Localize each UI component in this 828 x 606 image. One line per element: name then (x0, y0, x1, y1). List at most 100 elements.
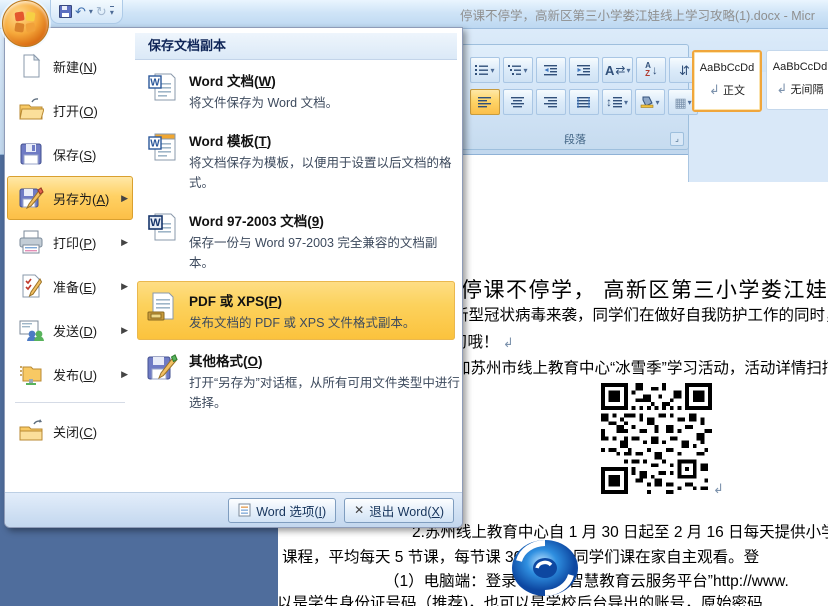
exit-word-button[interactable]: ✕ 退出 Word(X) (344, 498, 454, 523)
prepare-document-icon (18, 273, 44, 299)
decrease-indent-button[interactable] (536, 57, 566, 83)
menu-separator (15, 402, 125, 403)
save-floppy-icon (18, 141, 44, 167)
submenu-arrow-icon: ▶ (121, 369, 128, 380)
menu-item-save[interactable]: 保存(S) (7, 132, 133, 176)
office-menu-left-column: 新建(N) 打开(O) 保存(S) 另存为(A) ▶ 打印(P) ▶ (5, 28, 135, 493)
svg-text:W: W (150, 78, 160, 89)
menu-item-label: 另存为(A) (53, 189, 109, 208)
dropdown-caret-icon: ▾ (490, 66, 494, 75)
updown-arrow-icon: ↕ (606, 96, 612, 108)
submenu-item-title: Word 97-2003 文档(9) (189, 210, 461, 230)
svg-text:W: W (150, 139, 160, 150)
redo-icon[interactable]: ↻ (96, 5, 107, 18)
word-template-icon: W (145, 130, 179, 163)
style-normal[interactable]: AaBbCcDd ↲ 正文 (692, 50, 762, 112)
submenu-item-description: 保存一份与 Word 97-2003 完全兼容的文档副本。 (189, 234, 461, 273)
paragraph-dialog-launcher[interactable]: ⌟ (670, 132, 684, 146)
submenu-item-pdf-xps[interactable]: PDF 或 XPS(P) 发布文档的 PDF 或 XPS 文件格式副本。 (137, 281, 455, 340)
align-center-button[interactable] (503, 89, 533, 115)
window-title: 停课不停学，高新区第三小学娄江娃线上学习攻略(1).docx - Micr (460, 5, 815, 24)
menu-item-print[interactable]: 打印(P) ▶ (7, 220, 133, 264)
submenu-arrow-icon: ▶ (121, 281, 128, 292)
other-formats-icon (145, 350, 179, 383)
style-name: 无间隔 (790, 84, 823, 96)
style-name: 正文 (723, 85, 745, 97)
document-line: 2.苏州线上教育中心自 1 月 30 日起至 2 月 16 日每天提供小学一至 (412, 520, 828, 542)
menu-item-new[interactable]: 新建(N) (7, 44, 133, 88)
sort-arrow-icon: ↓ (652, 64, 658, 76)
menu-item-close[interactable]: 关闭(C) (7, 409, 133, 453)
menu-item-label: 发布(U) (53, 365, 97, 384)
open-folder-icon (18, 97, 44, 123)
submenu-item-title: Word 文档(W) (189, 70, 461, 90)
paragraph-group-label: 段落 (462, 131, 688, 147)
document-line: （1）电脑端：登录“太仓市智慧教育云服务平台”http://www. (384, 569, 789, 591)
borders-grid-icon: ▦ (674, 96, 686, 109)
menu-item-publish[interactable]: 发布(U) ▶ (7, 352, 133, 396)
save-icon[interactable] (59, 5, 72, 18)
close-folder-icon (18, 418, 44, 444)
submenu-item-description: 将文件保存为 Word 文档。 (189, 94, 461, 113)
menu-item-label: 新建(N) (53, 57, 97, 76)
formatting-marks-icon: ⇵ (679, 64, 690, 77)
submenu-header: 保存文档副本 (135, 33, 457, 60)
style-sample-text: AaBbCcDd (767, 61, 828, 73)
submenu-arrow-icon: ▶ (121, 237, 128, 248)
style-sample-text: AaBbCcDd (694, 62, 760, 74)
customize-qat-icon[interactable]: ▾ (110, 6, 114, 17)
submenu-item-word-template[interactable]: W Word 模板(T) 将文档保存为模板，以便用于设置以后文档的格式。 (137, 121, 455, 200)
sort-z-glyph: Z (645, 70, 651, 78)
submenu-item-other-formats[interactable]: 其他格式(O) 打开“另存为”对话框，从所有可用文件类型中进行选择。 (137, 341, 455, 420)
printer-icon (18, 229, 44, 255)
office-button[interactable] (2, 0, 49, 47)
menu-item-send[interactable]: 发送(D) ▶ (7, 308, 133, 352)
submenu-item-title: Word 模板(T) (189, 130, 461, 150)
office-menu-footer: Word 选项(I) ✕ 退出 Word(X) (5, 492, 462, 527)
pdf-xps-icon (145, 290, 179, 323)
publish-icon (18, 361, 44, 387)
dropdown-caret-icon: ▾ (655, 98, 659, 107)
sort-button[interactable]: A Z ↓ (636, 57, 666, 83)
menu-item-label: 发送(D) (53, 321, 97, 340)
send-icon (18, 317, 44, 343)
document-line: 加苏州市线上教育中心“冰雪季”学习活动，活动详情扫描二 (455, 356, 828, 378)
align-right-button[interactable] (536, 89, 566, 115)
justify-distribute-button[interactable] (569, 89, 599, 115)
submenu-item-title: PDF 或 XPS(P) (189, 290, 461, 310)
word-window: 停课不停学， 高新区第三小学娄江娃线上学 新型冠状病毒来袭，同学们在做好自我防护… (0, 0, 828, 606)
character-scale-button[interactable]: A⇄ ▾ (602, 57, 633, 83)
word-options-button[interactable]: Word 选项(I) (228, 498, 336, 523)
qr-code-image (601, 383, 712, 494)
menu-item-open[interactable]: 打开(O) (7, 88, 133, 132)
submenu-item-word-97-2003[interactable]: W Word 97-2003 文档(9) 保存一份与 Word 97-2003 … (137, 201, 455, 280)
new-document-icon (18, 53, 44, 79)
swirl-watermark-logo (510, 539, 580, 598)
line-spacing-button[interactable]: ↕ ▾ (602, 89, 632, 115)
office-menu: 新建(N) 打开(O) 保存(S) 另存为(A) ▶ 打印(P) ▶ (4, 27, 463, 528)
word-document-icon: W (145, 70, 179, 103)
menu-item-label: 准备(E) (53, 277, 96, 296)
shading-button[interactable]: ▾ (635, 89, 665, 115)
style-no-spacing[interactable]: AaBbCcDd ↲ 无间隔 (766, 50, 828, 110)
undo-dropdown-caret[interactable]: ▾ (89, 7, 93, 16)
save-as-submenu: 保存文档副本 W Word 文档(W) 将文件保存为 Word 文档。 W Wo… (135, 33, 457, 487)
submenu-item-description: 打开“另存为”对话框，从所有可用文件类型中进行选择。 (189, 374, 461, 413)
menu-item-save-as[interactable]: 另存为(A) ▶ (7, 176, 133, 220)
submenu-item-description: 发布文档的 PDF 或 XPS 文件格式副本。 (189, 314, 461, 333)
align-left-button[interactable] (470, 89, 500, 115)
multilevel-list-button[interactable]: ▾ (503, 57, 533, 83)
dropdown-caret-icon: ▾ (624, 98, 628, 107)
increase-indent-button[interactable] (569, 57, 599, 83)
undo-icon[interactable]: ↶ (75, 5, 86, 18)
submenu-item-word-document[interactable]: W Word 文档(W) 将文件保存为 Word 文档。 (137, 61, 455, 120)
word-options-label: Word 选项(I) (256, 501, 326, 520)
close-x-icon: ✕ (354, 503, 364, 517)
numbered-list-button[interactable]: ▾ (470, 57, 500, 83)
menu-item-prepare[interactable]: 准备(E) ▶ (7, 264, 133, 308)
menu-item-label: 打开(O) (53, 101, 98, 120)
style-paragraph-mark: ↲ (777, 81, 788, 96)
char-scale-a-glyph: A (605, 64, 614, 77)
paragraph-mark: ↲ (713, 481, 724, 497)
menu-item-label: 关闭(C) (53, 422, 97, 441)
